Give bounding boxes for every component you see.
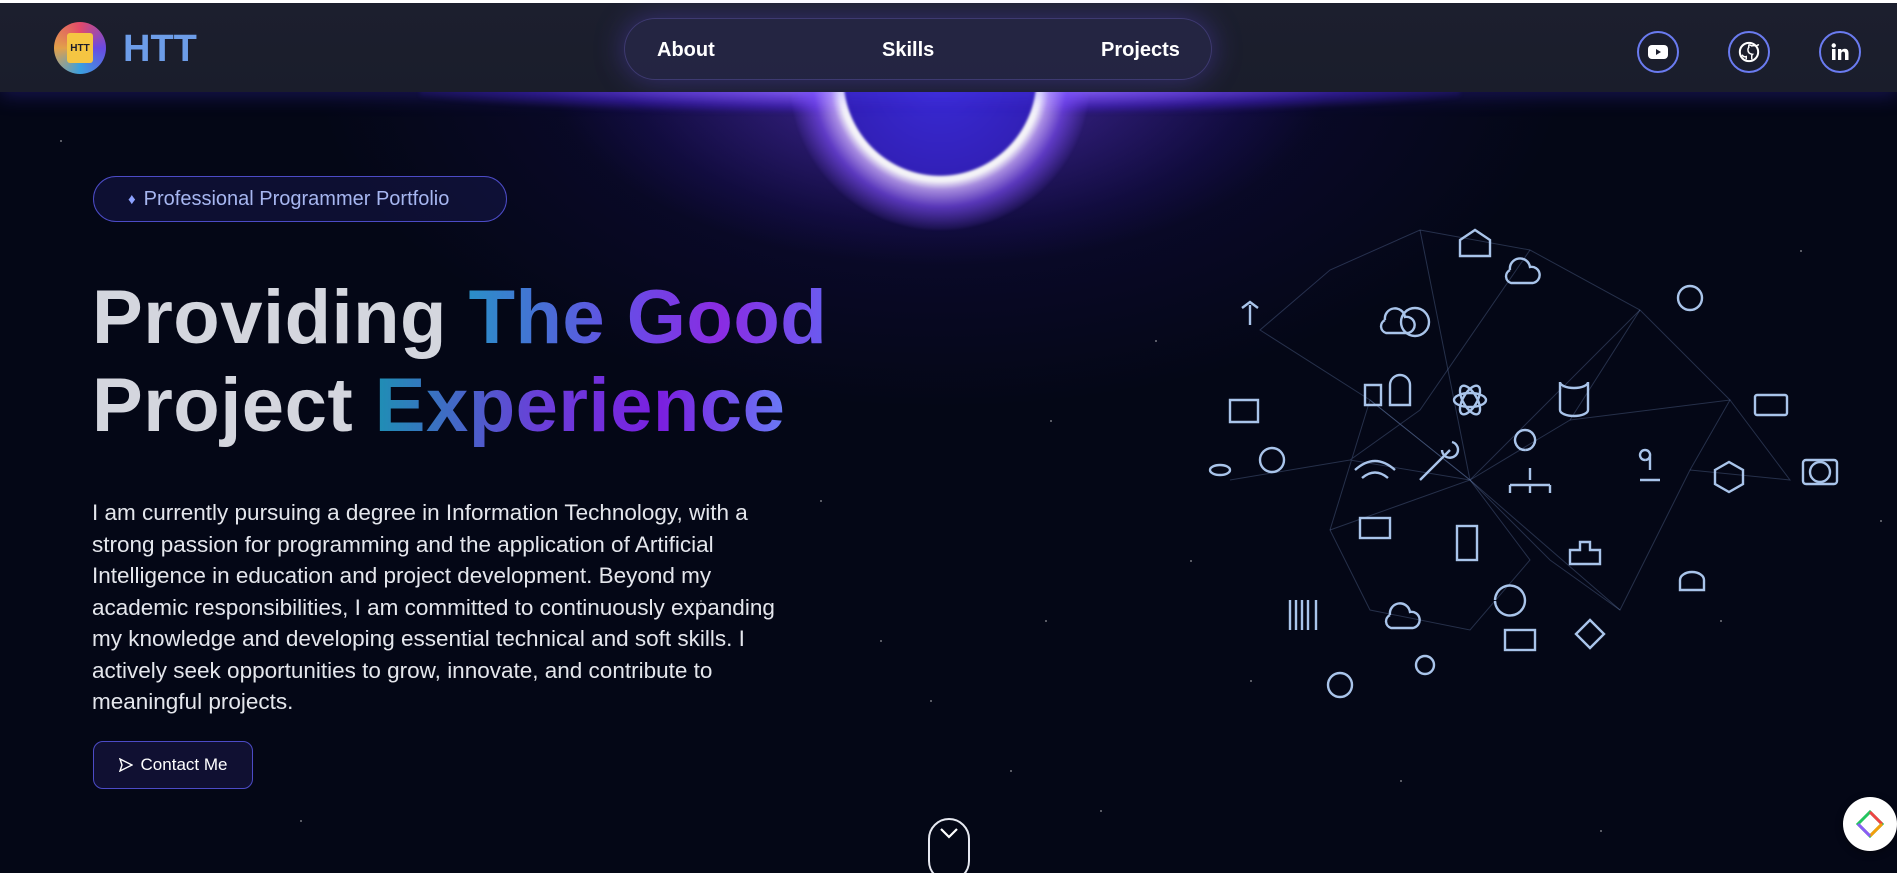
title-line1-accent: The Good [468, 275, 828, 360]
title-line2-accent: Experience [374, 363, 786, 448]
hero-title: Providing The Good Project Experience [92, 274, 827, 450]
main-nav: About Skills Projects [624, 18, 1212, 80]
nav-about[interactable]: About [657, 39, 715, 62]
site-header: HTT HTT About Skills Projects [0, 0, 1897, 92]
brand-name[interactable]: HTT [123, 28, 197, 71]
logo-text: HTT [70, 42, 90, 54]
hero-description: I am currently pursuing a degree in Info… [92, 500, 775, 714]
contact-me-button[interactable]: Contact Me [93, 741, 253, 789]
title-line1-plain: Providing [92, 275, 469, 360]
nav-skills[interactable]: Skills [882, 39, 934, 62]
scroll-down-indicator[interactable] [928, 818, 970, 873]
send-icon [118, 758, 133, 772]
contact-me-label: Contact Me [140, 755, 228, 774]
tech-network-graphic [1208, 228, 1839, 699]
logo-mark: HTT [67, 33, 93, 63]
chevron-down-icon [940, 828, 958, 839]
badge-label: Professional Programmer Portfolio [143, 187, 450, 210]
linkedin-button[interactable] [1819, 31, 1861, 73]
youtube-icon [1648, 45, 1668, 59]
diamond-logo-icon [1855, 809, 1885, 839]
gem-icon: ♦ [128, 190, 136, 208]
nav-projects[interactable]: Projects [1101, 39, 1180, 62]
youtube-button[interactable] [1637, 31, 1679, 73]
linkedin-icon [1831, 43, 1849, 60]
logo[interactable]: HTT [54, 22, 106, 74]
tech-network-illustration [1170, 150, 1850, 770]
github-button[interactable] [1728, 31, 1770, 73]
portfolio-badge: ♦ Professional Programmer Portfolio [93, 176, 507, 222]
floating-widget-button[interactable] [1843, 797, 1897, 851]
title-line2-plain: Project [92, 363, 375, 448]
github-icon [1738, 41, 1760, 63]
